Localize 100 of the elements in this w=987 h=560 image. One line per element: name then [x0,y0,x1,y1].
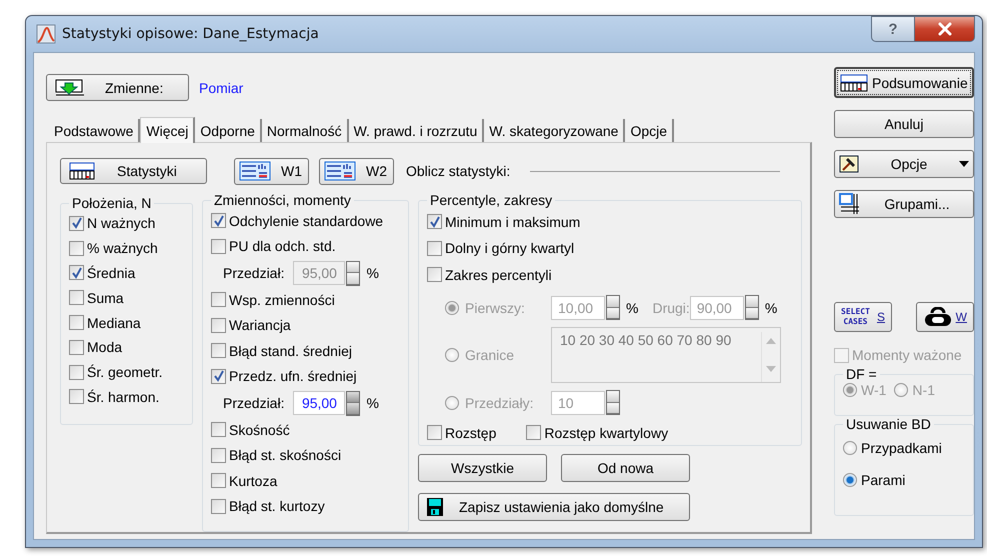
options-button[interactable]: Opcje [834,150,974,178]
variables-button[interactable]: Zmienne: [46,74,189,101]
checkbox-label: Błąd st. kurtozy [229,498,325,514]
chart-icon [36,24,56,44]
checkbox-label: Mediana [87,314,141,331]
checkbox[interactable] [211,448,226,463]
weight-icon [923,307,953,327]
radio-label: Granice [465,347,516,363]
help-button[interactable]: ? [871,16,915,42]
save-defaults-button[interactable]: Zapisz ustawienia jako domyślne [418,493,690,521]
group-by-button[interactable]: Grupami... [834,190,974,218]
summary-button[interactable]: Podsumowanie [834,67,974,98]
unit-label: % [366,395,379,411]
spin-buttons[interactable] [346,260,360,286]
checkbox-label: Średnia [87,264,136,281]
radio-label: Przedziały: [465,394,534,410]
grid-icon [69,162,95,180]
unit-label: % [626,300,638,316]
scroll-down-icon[interactable] [766,366,776,372]
checkbox[interactable] [211,238,226,254]
checkbox-label: Moda [87,339,122,356]
variables-value: Pomiar [199,80,244,96]
unit-label: % [764,300,778,316]
checkbox[interactable] [69,216,84,231]
radio-label: Parami [861,472,906,488]
select-cases-icon: SELECT CASES [841,307,870,327]
checkbox[interactable] [69,290,84,306]
checkbox-label: Błąd st. skośności [229,447,342,464]
checkbox-label: Wariancja [229,317,291,334]
radio-label: N-1 [912,382,935,398]
checkbox-label: % ważnych [87,240,158,256]
cancel-button[interactable]: Anuluj [834,110,974,138]
checkbox-label: Wsp. zmienności [229,292,335,308]
bounds-text: 10 20 30 40 50 60 70 80 90 [560,332,732,350]
tab[interactable]: Więcej [140,117,196,143]
spin-label: Przedział: [223,265,284,281]
reset-button[interactable]: Od nowa [561,454,690,482]
hammer-icon [839,155,859,173]
checkbox-label: Suma [87,290,124,306]
checkbox[interactable] [211,422,226,438]
checkbox[interactable] [69,265,84,280]
group-title: Położenia, N [71,195,152,211]
weight-button[interactable]: W [916,302,974,332]
checkbox-label: Skośność [229,422,290,438]
field-label: Drugi: [652,300,690,316]
checkbox-label: Rozstęp [445,424,496,440]
tab[interactable]: Odporne [195,119,262,142]
checkbox-label: N ważnych [87,215,156,232]
checkbox[interactable] [69,364,84,380]
checkbox[interactable] [211,318,226,333]
tab[interactable]: W. prawd. i rozrzutu [348,119,484,142]
window-title: Statystyki opisowe: Dane_Estymacja [62,26,319,42]
tab[interactable]: W. skategoryzowane [484,119,626,142]
group-title: DF = [845,366,878,382]
grid-icon [840,74,868,92]
checkbox-label: Minimum i maksimum [445,214,580,230]
group-title: Zmienności, momenty [213,192,352,208]
checkbox-label: Śr. geometr. [87,364,162,380]
checkbox-label: Błąd stand. średniej [229,342,352,359]
spin-label: Przedział: [223,395,284,411]
radio-button[interactable] [843,473,857,487]
spin-buttons[interactable] [346,390,360,416]
checkbox[interactable] [211,498,226,514]
checkbox[interactable] [211,473,226,488]
close-button[interactable] [915,16,975,42]
close-icon [936,22,952,36]
checkbox[interactable] [211,213,226,228]
tab[interactable]: Normalność [262,119,349,142]
checkbox-label: Rozstęp kwartylowy [544,424,668,440]
checkbox-label: Momenty ważone [852,347,962,363]
checkbox[interactable] [69,389,84,404]
checkbox[interactable] [211,292,226,308]
radio-label: W-1 [861,382,886,398]
all-button[interactable]: Wszystkie [418,454,547,482]
unit-label: % [366,265,379,281]
number-field[interactable]: 95,00 [293,391,346,415]
checkbox-label: Przedz. ufn. średniej [229,368,357,384]
group-title: Usuwanie BD [845,416,932,432]
grid-icon [839,193,861,215]
download-icon [55,78,85,96]
compute-label: Oblicz statystyki: [406,163,510,179]
statistics-button[interactable]: Statystyki [60,158,207,184]
checkbox[interactable] [211,368,226,384]
checkbox-label: Odchylenie standardowe [229,212,384,229]
checkbox-label: Kurtoza [229,472,278,489]
checkbox-label: Śr. harmon. [87,388,160,405]
checkbox-label: PU dla odch. std. [229,238,336,254]
checkbox[interactable] [69,240,84,256]
caret-icon [959,161,969,167]
table-icon [239,161,271,181]
checkbox[interactable] [69,315,84,330]
tab[interactable]: Opcje [625,119,674,142]
checkbox[interactable] [211,343,226,358]
table-icon [324,161,356,181]
radio-button[interactable] [843,441,857,455]
w1-button[interactable]: W1 [234,158,309,184]
w2-button[interactable]: W2 [319,158,394,184]
checkbox[interactable] [69,340,84,355]
radio-label: Pierwszy: [465,300,526,316]
scroll-up-icon[interactable] [766,338,776,344]
